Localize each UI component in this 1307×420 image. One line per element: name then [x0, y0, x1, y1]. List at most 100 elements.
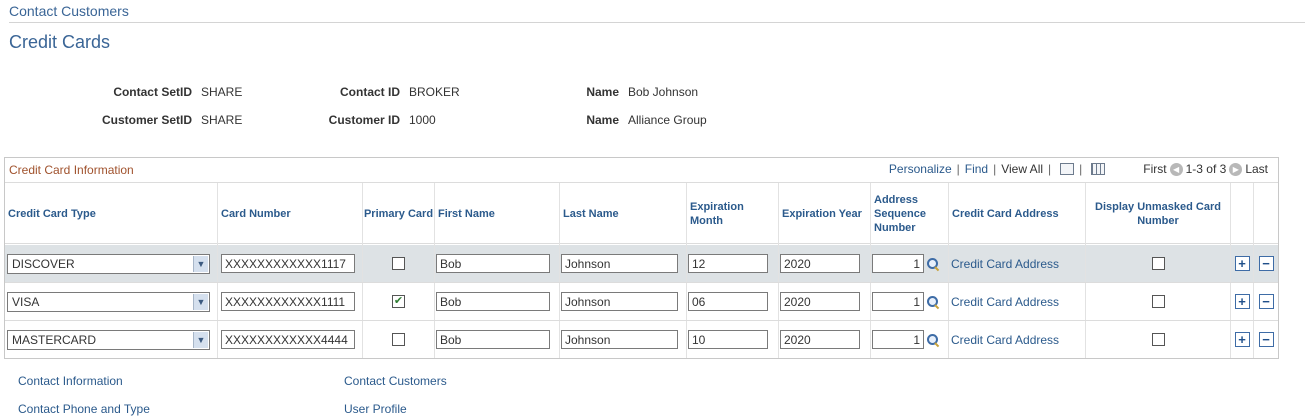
table-row: VISA ▼ XXXXXXXXXXXX1111 ✔ Bob Johnson 06 … — [5, 283, 1278, 321]
grid-header-row: Credit Card Type Card Number Primary Car… — [5, 182, 1278, 245]
page-title: Credit Cards — [9, 32, 111, 52]
card-type-select[interactable]: DISCOVER ▼ — [7, 253, 210, 274]
customer-setid-value: SHARE — [201, 113, 243, 127]
unmasked-checkbox[interactable] — [1151, 333, 1165, 346]
zoom-grid-icon[interactable] — [1060, 163, 1075, 175]
name-value-2: Alliance Group — [628, 113, 707, 127]
addr-seq-input[interactable]: 1 — [872, 254, 924, 273]
exp-year-input[interactable]: 2020 — [780, 254, 860, 273]
breadcrumb-divider — [9, 22, 1305, 23]
col-card-type: Credit Card Type — [5, 183, 218, 245]
download-grid-icon[interactable] — [1091, 163, 1106, 175]
primary-card-checkbox[interactable] — [392, 333, 405, 346]
user-profile-link[interactable]: User Profile — [344, 402, 407, 416]
chevron-down-icon: ▼ — [193, 293, 208, 310]
chevron-down-icon: ▼ — [193, 255, 208, 272]
card-number-input[interactable]: XXXXXXXXXXXX4444 — [221, 330, 355, 349]
breadcrumb[interactable]: Contact Customers — [9, 3, 129, 19]
delete-row-icon[interactable]: − — [1258, 256, 1274, 271]
find-link[interactable]: Find — [965, 162, 988, 176]
check-icon: ✔ — [393, 295, 404, 307]
add-row-icon[interactable]: + — [1234, 294, 1250, 309]
lookup-icon[interactable] — [926, 295, 940, 309]
first-name-input[interactable]: Bob — [436, 254, 550, 273]
col-unmasked: Display Unmasked Card Number — [1086, 183, 1231, 245]
contact-setid-field: Contact SetID SHARE — [96, 85, 242, 99]
lookup-icon[interactable] — [926, 333, 940, 347]
toolbar-separator: | — [1079, 162, 1083, 176]
primary-card-checkbox[interactable]: ✔ — [392, 295, 405, 308]
lookup-icon[interactable] — [926, 257, 940, 271]
contact-setid-value: SHARE — [201, 85, 243, 99]
first-name-input[interactable]: Bob — [436, 292, 550, 311]
col-cc-address: Credit Card Address — [949, 183, 1086, 245]
grid-toolbar: Personalize | Find | View All | | First … — [889, 162, 1268, 176]
col-first-name: First Name — [435, 183, 560, 245]
table-row: MASTERCARD ▼ XXXXXXXXXXXX4444 Bob Johnson… — [5, 321, 1278, 359]
customer-id-field: Customer ID 1000 — [300, 113, 436, 127]
next-icon[interactable]: ▶ — [1229, 162, 1243, 176]
toolbar-separator: | — [1048, 162, 1052, 176]
table-row: DISCOVER ▼ XXXXXXXXXXXX1117 Bob Johnson 1… — [5, 245, 1278, 283]
first-name-input[interactable]: Bob — [436, 330, 550, 349]
contact-phone-type-link[interactable]: Contact Phone and Type — [18, 402, 150, 416]
exp-year-input[interactable]: 2020 — [780, 292, 860, 311]
name-field-2: Name Alliance Group — [560, 113, 707, 127]
primary-card-checkbox[interactable] — [392, 257, 405, 270]
toolbar-separator: | — [993, 162, 997, 176]
credit-card-grid: Credit Card Information Personalize | Fi… — [4, 157, 1279, 359]
toolbar-separator: | — [956, 162, 960, 176]
card-type-select[interactable]: MASTERCARD ▼ — [7, 329, 210, 350]
exp-year-input[interactable]: 2020 — [780, 330, 860, 349]
col-exp-month: Expiration Month — [687, 183, 779, 245]
last-name-input[interactable]: Johnson — [561, 254, 678, 273]
customer-setid-label: Customer SetID — [101, 113, 192, 127]
card-type-select[interactable]: VISA ▼ — [7, 291, 210, 312]
delete-row-icon[interactable]: − — [1258, 332, 1274, 347]
col-exp-year: Expiration Year — [779, 183, 871, 245]
addr-seq-input[interactable]: 1 — [872, 292, 924, 311]
customer-id-value: 1000 — [409, 113, 436, 127]
exp-month-input[interactable]: 06 — [688, 292, 768, 311]
card-number-input[interactable]: XXXXXXXXXXXX1111 — [221, 292, 355, 311]
cc-address-link[interactable]: Credit Card Address — [951, 295, 1059, 309]
name-value-1: Bob Johnson — [628, 85, 699, 99]
contact-information-link[interactable]: Contact Information — [18, 374, 123, 388]
grid-title: Credit Card Information — [9, 163, 134, 177]
card-type-value: MASTERCARD — [12, 332, 97, 347]
contact-setid-label: Contact SetID — [113, 85, 192, 99]
contact-customers-link[interactable]: Contact Customers — [344, 374, 447, 388]
row-range: 1-3 of 3 — [1185, 162, 1227, 176]
col-addr-seq: Address Sequence Number — [871, 183, 949, 245]
card-type-value: VISA — [12, 294, 40, 309]
col-last-name: Last Name — [560, 183, 687, 245]
card-type-value: DISCOVER — [12, 256, 75, 271]
previous-icon[interactable]: ◀ — [1169, 162, 1183, 176]
customer-id-label: Customer ID — [328, 113, 400, 127]
chevron-down-icon: ▼ — [193, 331, 208, 348]
add-row-icon[interactable]: + — [1234, 332, 1250, 347]
col-primary-card: Primary Card — [363, 183, 435, 245]
last-name-input[interactable]: Johnson — [561, 330, 678, 349]
add-row-icon[interactable]: + — [1234, 256, 1250, 271]
view-all-link[interactable]: View All — [1001, 162, 1043, 176]
exp-month-input[interactable]: 10 — [688, 330, 768, 349]
exp-month-input[interactable]: 12 — [688, 254, 768, 273]
first-label: First — [1143, 162, 1167, 176]
col-card-number: Card Number — [218, 183, 363, 245]
unmasked-checkbox[interactable] — [1151, 295, 1165, 308]
cc-address-link[interactable]: Credit Card Address — [951, 333, 1059, 347]
col-add — [1231, 183, 1254, 245]
contact-id-value: BROKER — [409, 85, 460, 99]
personalize-link[interactable]: Personalize — [889, 162, 952, 176]
cc-address-link[interactable]: Credit Card Address — [951, 257, 1059, 271]
last-name-input[interactable]: Johnson — [561, 292, 678, 311]
customer-setid-field: Customer SetID SHARE — [96, 113, 242, 127]
addr-seq-input[interactable]: 1 — [872, 330, 924, 349]
name-label-1: Name — [586, 85, 619, 99]
contact-id-label: Contact ID — [340, 85, 400, 99]
card-number-input[interactable]: XXXXXXXXXXXX1117 — [221, 254, 355, 273]
unmasked-checkbox[interactable] — [1151, 257, 1165, 270]
delete-row-icon[interactable]: − — [1258, 294, 1274, 309]
col-delete — [1254, 183, 1278, 245]
